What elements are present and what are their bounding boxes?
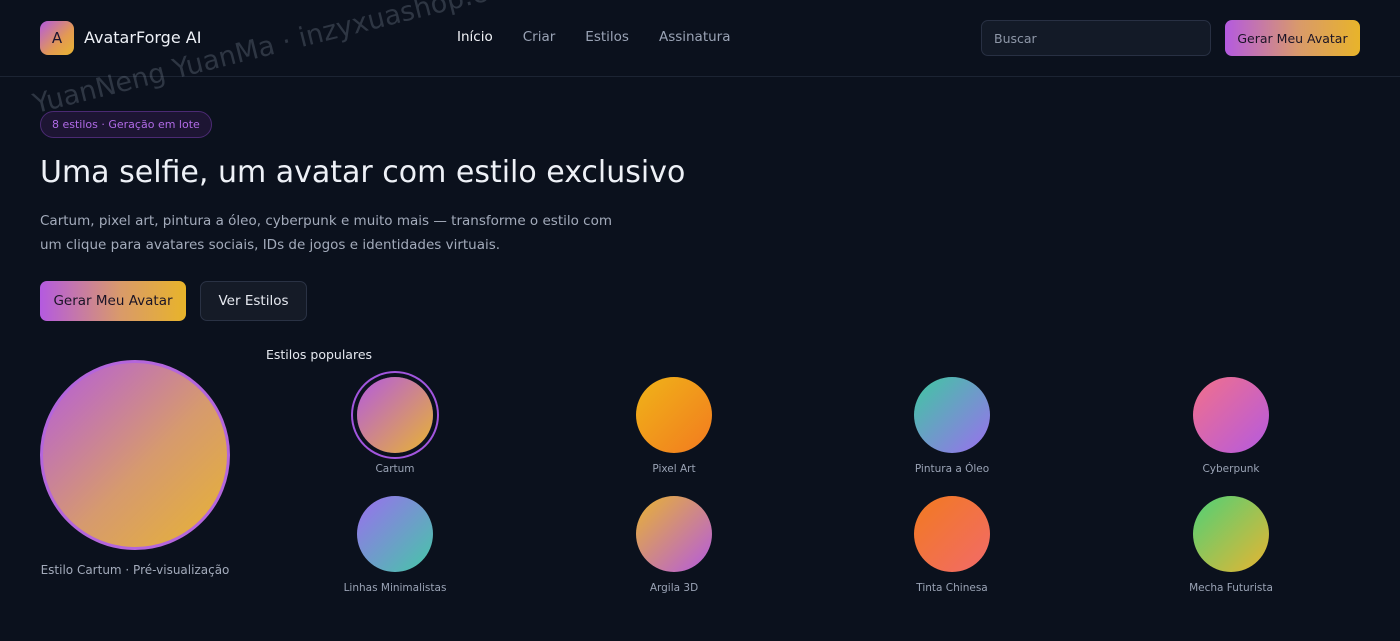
style-label: Tinta Chinesa	[916, 582, 988, 594]
logo-letter: A	[51, 29, 63, 47]
nav-item-inicio[interactable]: Início	[457, 29, 493, 45]
style-option-mecha-futurista[interactable]: Mecha Futurista	[1131, 496, 1331, 606]
style-option-pintura-a-oleo[interactable]: Pintura a Óleo	[852, 377, 1052, 487]
style-option-linhas-minimalistas[interactable]: Linhas Minimalistas	[295, 496, 495, 606]
style-label: Argila 3D	[649, 582, 699, 594]
style-thumbnail	[1193, 496, 1269, 572]
style-thumbnail	[914, 377, 990, 453]
app-name[interactable]: AvatarForge AI	[84, 28, 201, 47]
styles-count-badge: 8 estilos · Geração em lote	[40, 111, 212, 138]
top-navigation-bar: A AvatarForge AI Início Criar Estilos As…	[0, 0, 1400, 77]
search-input[interactable]	[981, 20, 1211, 56]
style-option-argila-3d[interactable]: Argila 3D	[574, 496, 774, 606]
style-label: Pintura a Óleo	[914, 463, 990, 475]
style-label: Cartum	[375, 463, 415, 475]
preview-caption: Estilo Cartum · Pré-visualização	[40, 563, 230, 577]
style-thumbnail	[636, 496, 712, 572]
nav-item-assinatura[interactable]: Assinatura	[659, 29, 731, 45]
style-thumbnail	[1193, 377, 1269, 453]
style-label: Mecha Futurista	[1189, 582, 1273, 594]
style-label: Cyberpunk	[1202, 463, 1260, 475]
style-thumbnail	[914, 496, 990, 572]
hero-title: Uma selfie, um avatar com estilo exclusi…	[40, 155, 686, 190]
nav-item-estilos[interactable]: Estilos	[585, 29, 629, 45]
popular-styles-heading: Estilos populares	[266, 347, 373, 362]
hero-description: Cartum, pixel art, pintura a óleo, cyber…	[40, 213, 612, 253]
generate-avatar-button[interactable]: Gerar Meu Avatar	[40, 281, 186, 321]
logo-icon[interactable]: A	[40, 21, 74, 55]
style-label: Linhas Minimalistas	[343, 582, 447, 594]
style-thumbnail	[636, 377, 712, 453]
style-label: Pixel Art	[652, 463, 696, 475]
style-option-cyberpunk[interactable]: Cyberpunk	[1131, 377, 1331, 487]
nav-item-criar[interactable]: Criar	[523, 29, 556, 45]
main-nav: Início Criar Estilos Assinatura	[457, 29, 761, 45]
view-styles-button[interactable]: Ver Estilos	[200, 281, 307, 321]
style-thumbnail	[357, 377, 433, 453]
style-option-pixel-art[interactable]: Pixel Art	[574, 377, 774, 487]
style-thumbnail	[357, 496, 433, 572]
style-option-tinta-chinesa[interactable]: Tinta Chinesa	[852, 496, 1052, 606]
style-option-cartum[interactable]: Cartum	[295, 377, 495, 487]
avatar-preview	[40, 360, 230, 550]
header-generate-avatar-button[interactable]: Gerar Meu Avatar	[1225, 20, 1360, 56]
